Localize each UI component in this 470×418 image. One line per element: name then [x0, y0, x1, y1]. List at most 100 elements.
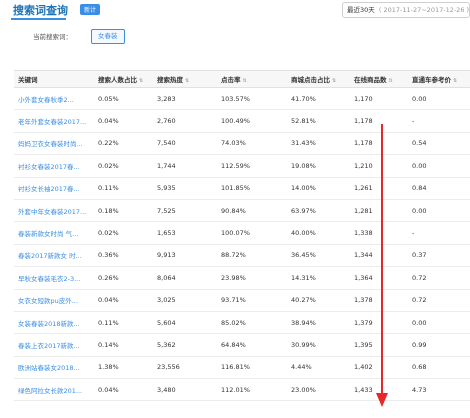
- keyword-link[interactable]: 衬衫女春装2017春...: [14, 161, 94, 171]
- sort-icon[interactable]: ⇅: [139, 78, 143, 84]
- table-cell: 0.04%: [98, 385, 119, 394]
- col-ztc-price[interactable]: 直通车参考价 ⇅: [408, 74, 470, 84]
- table-header: 关键词 搜索人数占比 ⇅ 搜索热度 ⇅ 点击率 ⇅ 商城点击占比 ⇅ 在线商品数 ⇅ 直通…: [14, 71, 470, 88]
- table-cell: 103.57%: [221, 94, 250, 103]
- table-row: 绿色阿拉女长款201... 0.04% 3,480 112.01% 23.00% 1,43…: [14, 379, 470, 402]
- table-cell: 23.00%: [291, 385, 316, 394]
- table-cell: 1,364: [354, 273, 373, 282]
- table-cell: 52.81%: [291, 117, 316, 126]
- table-cell: 64.84%: [221, 340, 246, 349]
- table-cell: 0.00: [412, 206, 427, 215]
- table-row: 外套中年女春装2017... 0.18% 7,525 90.84% 63.97% 1,28…: [14, 200, 470, 223]
- keyword-link[interactable]: 女衣女短款pu皮外...: [14, 295, 94, 305]
- table-cell: 1,744: [157, 161, 176, 170]
- table-cell: 0.11%: [98, 184, 119, 193]
- table-cell: 0.02%: [98, 229, 119, 238]
- table-cell: 4.73: [412, 385, 427, 394]
- table-cell: 1,653: [157, 229, 176, 238]
- table-cell: 40.00%: [291, 229, 316, 238]
- table-row: 妈妈卫衣女春装时尚... 0.22% 7,540 74.03% 31.43% 1,178 0…: [14, 133, 470, 156]
- table-cell: 3,283: [157, 94, 176, 103]
- keyword-link[interactable]: 欧洲站春装女2018...: [14, 362, 94, 372]
- table-cell: 1,379: [354, 318, 373, 327]
- col-online-items[interactable]: 在线商品数 ⇅: [350, 74, 408, 84]
- date-range: ( 2017-11-27~2017-12-26 ): [378, 6, 470, 14]
- date-label: 最近30天: [347, 6, 375, 14]
- table-row: 女衣女短款pu皮外... 0.04% 3,025 93.71% 40.27% 1,378 0…: [14, 290, 470, 312]
- col-keyword: 关键词: [18, 76, 38, 84]
- table-cell: 93.71%: [221, 296, 246, 305]
- table-cell: 0.36%: [98, 251, 119, 260]
- table-cell: 0.18%: [98, 206, 119, 215]
- sort-icon[interactable]: ⇅: [389, 78, 393, 84]
- table-cell: 100.07%: [221, 229, 250, 238]
- table-cell: 5,362: [157, 340, 176, 349]
- col-search-heat[interactable]: 搜索热度 ⇅: [153, 74, 217, 84]
- table-cell: 7,525: [157, 206, 176, 215]
- table-cell: 90.84%: [221, 206, 246, 215]
- keyword-link[interactable]: 春装新款女时尚 气...: [14, 228, 94, 238]
- table-cell: 0.68: [412, 363, 427, 372]
- table-cell: 0.05%: [98, 94, 119, 103]
- table-cell: -: [412, 229, 415, 238]
- table-cell: 88.72%: [221, 251, 246, 260]
- keyword-link[interactable]: 春装2017新款女 时...: [14, 250, 94, 260]
- table-cell: 112.59%: [221, 161, 250, 170]
- table-cell: -: [412, 117, 415, 126]
- sort-icon[interactable]: ⇅: [243, 78, 247, 84]
- table-cell: 0.22%: [98, 139, 119, 148]
- keyword-link[interactable]: 绿色阿拉女长款201...: [14, 385, 94, 395]
- table-cell: 19.08%: [291, 161, 316, 170]
- keyword-link[interactable]: 小外套女春秋季2...: [14, 94, 94, 104]
- table-cell: 1,395: [354, 340, 373, 349]
- table-cell: 3,025: [157, 296, 176, 305]
- sort-icon[interactable]: ⇅: [332, 78, 336, 84]
- table-cell: 0.04%: [98, 296, 119, 305]
- table-cell: 0.00: [412, 161, 427, 170]
- keyword-link[interactable]: 女装春装2018新款...: [14, 318, 94, 328]
- table-cell: 5,935: [157, 184, 176, 193]
- table-row: 小外套女春秋季2... 0.05% 3,283 103.57% 41.70% 1,170 0…: [14, 88, 470, 111]
- date-range-selector[interactable]: 最近30天 ( 2017-11-27~2017-12-26 ): [342, 2, 470, 18]
- col-mall-click-share[interactable]: 商城点击占比 ⇅: [287, 74, 350, 84]
- table-cell: 38.94%: [291, 318, 316, 327]
- sort-icon[interactable]: ⇅: [185, 78, 189, 84]
- arrow-down-icon: [376, 393, 388, 407]
- table-cell: 0.11%: [98, 318, 119, 327]
- search-term-tag[interactable]: 女春装: [91, 29, 125, 44]
- table-cell: 1,344: [354, 251, 373, 260]
- table-cell: 85.02%: [221, 318, 246, 327]
- keyword-link[interactable]: 老年外套女春装2017...: [14, 116, 94, 126]
- annotation-arrow: [381, 124, 383, 396]
- table-row: 春装上衣2017新款... 0.14% 5,362 64.84% 30.99% 1,395…: [14, 334, 470, 357]
- table-cell: 2,760: [157, 117, 176, 126]
- table-cell: 1,170: [354, 94, 373, 103]
- table-cell: 1,402: [354, 363, 373, 372]
- table-cell: 74.03%: [221, 139, 246, 148]
- table-cell: 1,378: [354, 296, 373, 305]
- col-ctr[interactable]: 点击率 ⇅: [217, 74, 287, 84]
- page-title: 搜索词查询: [13, 4, 68, 17]
- keyword-link[interactable]: 春装上衣2017新款...: [14, 340, 94, 350]
- table-cell: 30.99%: [291, 340, 316, 349]
- table-cell: 0.72: [412, 296, 427, 305]
- table-cell: 0.14%: [98, 340, 119, 349]
- table-row: 欧洲站春装女2018... 1.38% 23,556 116.81% 4.44% 1,40…: [14, 357, 470, 380]
- table-cell: 4.44%: [291, 363, 312, 372]
- sort-icon[interactable]: ⇅: [453, 78, 457, 84]
- table-cell: 63.97%: [291, 206, 316, 215]
- search-label: 当前搜索词：: [33, 33, 72, 41]
- title-underline: [11, 18, 66, 20]
- table-cell: 40.27%: [291, 296, 316, 305]
- table-row: 春装2017新款女 时... 0.36% 9,913 88.72% 36.45% 1,34…: [14, 245, 470, 268]
- table-cell: 41.70%: [291, 94, 316, 103]
- keyword-link[interactable]: 妈妈卫衣女春装时尚...: [14, 138, 94, 148]
- keyword-link[interactable]: 外套中年女春装2017...: [14, 206, 94, 216]
- col-search-share[interactable]: 搜索人数占比 ⇅: [94, 74, 153, 84]
- keyword-link[interactable]: 衬衫女长袖2017春...: [14, 183, 94, 193]
- table-body: 小外套女春秋季2... 0.05% 3,283 103.57% 41.70% 1,170 0…: [14, 88, 470, 402]
- new-badge: 新计: [80, 4, 101, 15]
- table-cell: 23.98%: [221, 273, 246, 282]
- keyword-link[interactable]: 早秋女春装毛衣2-3...: [14, 273, 94, 283]
- search-row: 当前搜索词： 女春装: [0, 24, 470, 56]
